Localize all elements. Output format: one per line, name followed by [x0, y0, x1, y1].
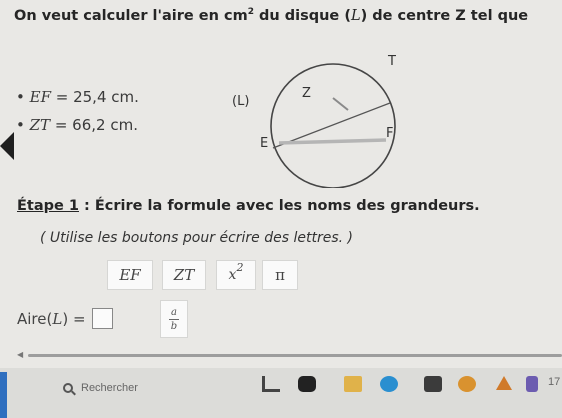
label-f: F: [386, 126, 394, 141]
radius-zt-mark: [332, 97, 349, 111]
label-z: Z: [302, 86, 311, 101]
disk-circle: [270, 63, 396, 188]
exercise-page: On veut calculer l'aire en cm2 du disque…: [0, 0, 562, 418]
label-t: T: [388, 54, 396, 69]
search-icon: [63, 383, 73, 393]
taskbar-start-edge[interactable]: [0, 372, 7, 418]
app-icon-purple[interactable]: [526, 376, 538, 392]
token-square-button[interactable]: x2: [216, 260, 256, 290]
taskbar-clipped-label: 17: [548, 376, 561, 388]
step-instruction: Étape 1 : Écrire la formule avec les nom…: [17, 198, 480, 214]
chat-icon[interactable]: [298, 376, 316, 392]
hint-text: ( Utilise les boutons pour écrire des le…: [40, 230, 353, 246]
previous-arrow-icon[interactable]: [0, 132, 14, 160]
taskbar-search[interactable]: Rechercher: [55, 372, 225, 404]
token-zt-button[interactable]: ZT: [162, 260, 206, 290]
disk-figure: [270, 63, 396, 188]
label-disk: (L): [232, 94, 250, 109]
task-view-icon[interactable]: [262, 376, 280, 392]
chord-ef: [278, 138, 387, 145]
token-ef-button[interactable]: EF: [107, 260, 153, 290]
given-zt: • ZT = 66,2 cm.: [16, 116, 138, 134]
label-e: E: [260, 136, 269, 151]
fraction-button[interactable]: a b: [160, 300, 188, 338]
answer-row: Aire(L) =: [17, 308, 113, 329]
search-placeholder: Rechercher: [81, 382, 138, 394]
edge-browser-icon[interactable]: [380, 376, 398, 392]
firefox-icon[interactable]: [458, 376, 476, 392]
token-pi-button[interactable]: π: [262, 260, 298, 290]
answer-input[interactable]: [91, 308, 113, 329]
vlc-icon[interactable]: [496, 376, 512, 390]
file-explorer-icon[interactable]: [344, 376, 362, 392]
app-icon[interactable]: [424, 376, 442, 392]
horizontal-scrollbar[interactable]: [28, 354, 562, 357]
scroll-left-arrow-icon[interactable]: ◀: [17, 350, 23, 359]
problem-title: On veut calculer l'aire en cm2 du disque…: [14, 7, 529, 24]
given-ef: • EF = 25,4 cm.: [16, 88, 139, 106]
